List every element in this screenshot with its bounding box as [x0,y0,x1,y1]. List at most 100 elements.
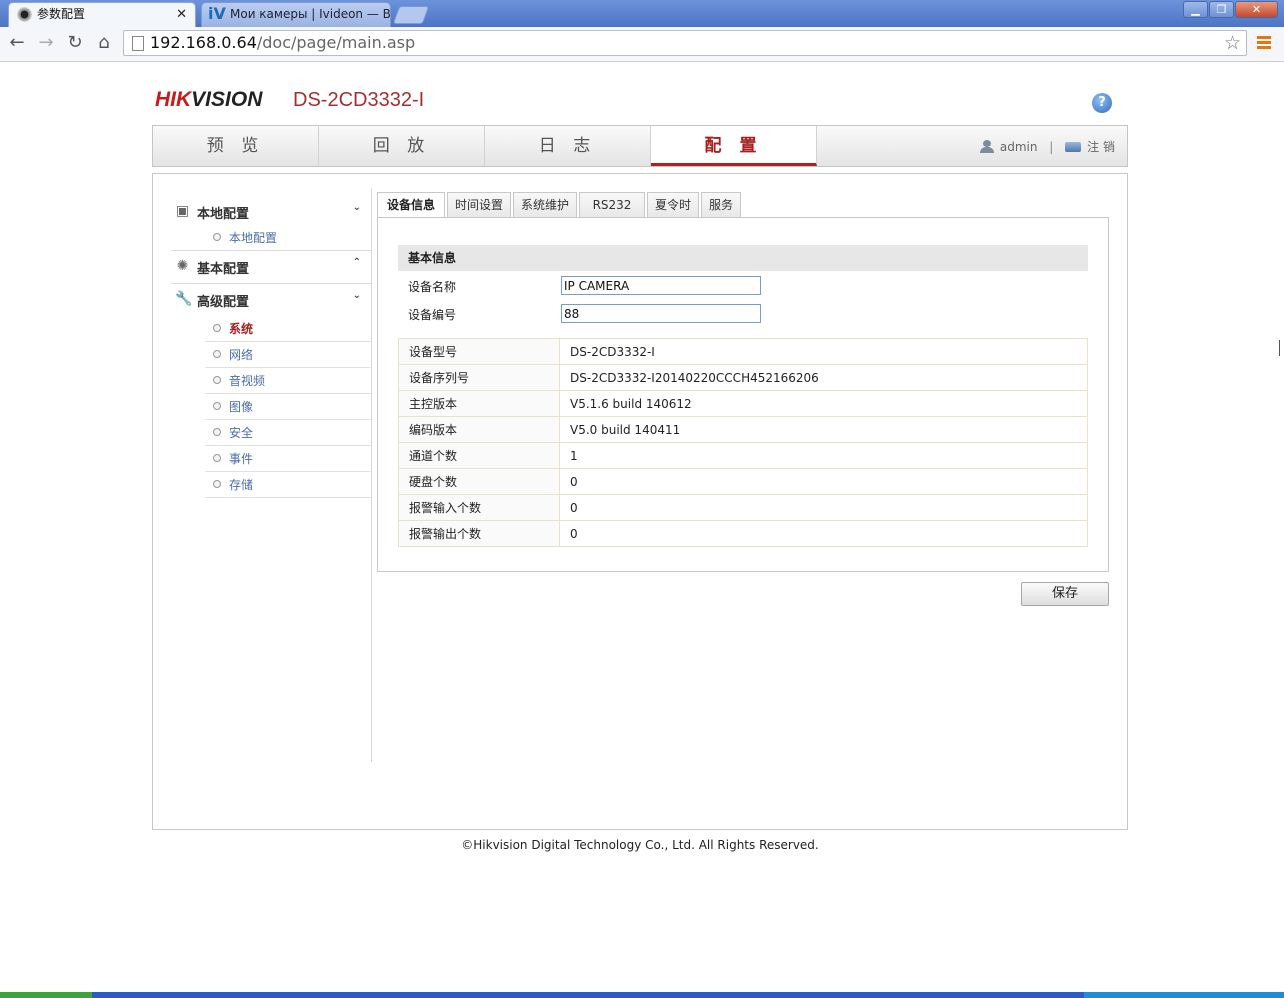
row-key: 主控版本 [398,390,560,417]
browser-menu-icon[interactable] [1257,36,1271,52]
start-button[interactable] [0,992,92,998]
bookmark-star-icon[interactable]: ☆ [1224,31,1241,55]
sidebar-item-security[interactable]: 安全 [205,420,371,446]
logout-icon[interactable] [1065,142,1082,152]
device-number-input[interactable] [561,304,761,323]
browser-tab-title: Мои камеры | Ivideon — Ви [230,7,391,21]
tab-dst[interactable]: 夏令时 [647,192,699,217]
close-tab-icon[interactable]: ✕ [176,3,187,26]
row-key: 通道个数 [398,442,560,469]
user-area: admin | 注 销 [979,138,1115,155]
chevron-up-icon: ⌃ [352,257,361,268]
row-value: 0 [559,520,1088,547]
sidebar-item-system[interactable]: 系统 [205,316,371,342]
sidebar-item-label: 本地配置 [229,231,278,245]
nav-tab-configuration[interactable]: 配 置 [651,126,817,166]
local-config-icon: ▣ [175,203,190,219]
nav-tab-log[interactable]: 日 志 [485,126,651,166]
table-row: 报警输出个数 0 [398,520,1088,547]
bullet-icon [213,428,221,436]
table-row: 编码版本 V5.0 build 140411 [398,416,1088,443]
row-value: DS-2CD3332-I20140220CCCH452166206 [559,364,1088,391]
reload-icon[interactable]: ↻ [64,32,86,54]
tab-service[interactable]: 服务 [701,192,741,217]
sidebar-item-video-audio[interactable]: 音视频 [205,368,371,394]
address-bar[interactable]: 192.168.0.64/doc/page/main.asp ☆ [123,30,1247,56]
table-row: 设备序列号 DS-2CD3332-I20140220CCCH452166206 [398,364,1088,391]
copyright-footer: ©Hikvision Digital Technology Co., Ltd. … [461,838,819,852]
url-text: 192.168.0.64/doc/page/main.asp [150,33,416,52]
device-info-table: 设备型号 DS-2CD3332-I 设备序列号 DS-2CD3332-I201402… [398,338,1088,547]
sidebar-item-label: 系统 [229,322,254,336]
sidebar-item-label: 安全 [229,426,254,440]
row-key: 硬盘个数 [398,468,560,495]
windows-taskbar [0,992,1284,998]
row-value: 1 [559,442,1088,469]
row-value: V5.0 build 140411 [559,416,1088,443]
page-icon [132,36,144,51]
nav-tab-preview[interactable]: 预 览 [153,126,319,166]
row-value: V5.1.6 build 140612 [559,390,1088,417]
system-tray [1084,992,1284,998]
bullet-icon [213,454,221,462]
new-tab-button[interactable] [392,6,430,24]
maximize-button[interactable]: ❐ [1209,1,1234,18]
tab-maintenance[interactable]: 系统维护 [513,192,577,217]
tab-device-info[interactable]: 设备信息 [377,192,445,218]
save-button[interactable]: 保存 [1021,582,1109,606]
section-title: 基本信息 [398,245,1088,271]
browser-tab-ivideon[interactable]: iV Мои камеры | Ivideon — Ви [201,2,391,27]
row-key: 设备序列号 [398,364,560,391]
row-value: DS-2CD3332-I [559,338,1088,365]
sidebar-item-label: 图像 [229,400,254,414]
hikvision-logo: HIKVISION [155,88,263,111]
sidebar-item-image[interactable]: 图像 [205,394,371,420]
device-name-input[interactable] [561,276,761,295]
sidebar-item-label: 事件 [229,452,254,466]
bullet-icon [213,350,221,358]
device-number-label: 设备编号 [408,308,457,322]
device-model-title: DS-2CD3332-I [293,89,425,111]
nav-tab-playback[interactable]: 回 放 [319,126,485,166]
table-row: 主控版本 V5.1.6 build 140612 [398,390,1088,417]
username: admin [999,140,1038,154]
sidebar-group-advanced[interactable]: 🔧 高级配置 ⌄ [171,283,371,314]
ivideon-favicon-icon: iV [208,4,226,23]
sidebar-group-label: 本地配置 [197,207,250,222]
bullet-icon [213,402,221,410]
close-window-button[interactable]: ✕ [1235,1,1278,18]
chevron-down-icon: ⌄ [352,290,361,301]
row-key: 设备型号 [398,338,560,365]
tab-time-settings[interactable]: 时间设置 [447,192,511,217]
browser-title-bar: 参数配置 ✕ iV Мои камеры | Ivideon — Ви ▁ ❐ … [0,0,1284,27]
browser-tab-active[interactable]: 参数配置 ✕ [8,2,196,27]
table-row: 报警输入个数 0 [398,494,1088,521]
tab-rs232[interactable]: RS232 [579,192,645,217]
table-row: 通道个数 1 [398,442,1088,469]
help-icon[interactable]: ? [1092,93,1112,113]
minimize-button[interactable]: ▁ [1183,1,1208,18]
sidebar-item-label: 网络 [229,348,254,362]
back-arrow-icon[interactable]: ← [6,32,28,54]
sidebar-item-event[interactable]: 事件 [205,446,371,472]
row-value: 0 [559,468,1088,495]
forward-arrow-icon[interactable]: → [35,32,57,54]
sidebar-group-label: 高级配置 [197,295,250,310]
sidebar-item-storage[interactable]: 存储 [205,472,371,498]
gear-icon: ✺ [176,258,189,274]
home-icon[interactable]: ⌂ [93,32,115,54]
row-key: 编码版本 [398,416,560,443]
logout-link[interactable]: 注 销 [1087,140,1115,154]
sidebar-item-local-config[interactable]: 本地配置 [205,225,371,250]
sidebar-group-local[interactable]: ▣ 本地配置 ⌄ [171,196,371,226]
table-row: 硬盘个数 0 [398,468,1088,495]
row-key: 报警输入个数 [398,494,560,521]
device-name-label: 设备名称 [408,280,457,294]
config-sidebar: ▣ 本地配置 ⌄ 本地配置 ✺ 基本配置 ⌃ 🔧 高级配置 ⌄ 系统 网络 音视… [171,188,372,762]
sidebar-group-label: 基本配置 [197,262,250,277]
sidebar-item-network[interactable]: 网络 [205,342,371,368]
sidebar-item-label: 音视频 [229,374,266,388]
row-value: 0 [559,494,1088,521]
device-info-panel: 基本信息 设备名称 设备编号 设备型号DS-2CD3332-I 设备序列号DS-… [377,217,1109,572]
sidebar-group-basic[interactable]: ✺ 基本配置 ⌃ [171,250,371,281]
